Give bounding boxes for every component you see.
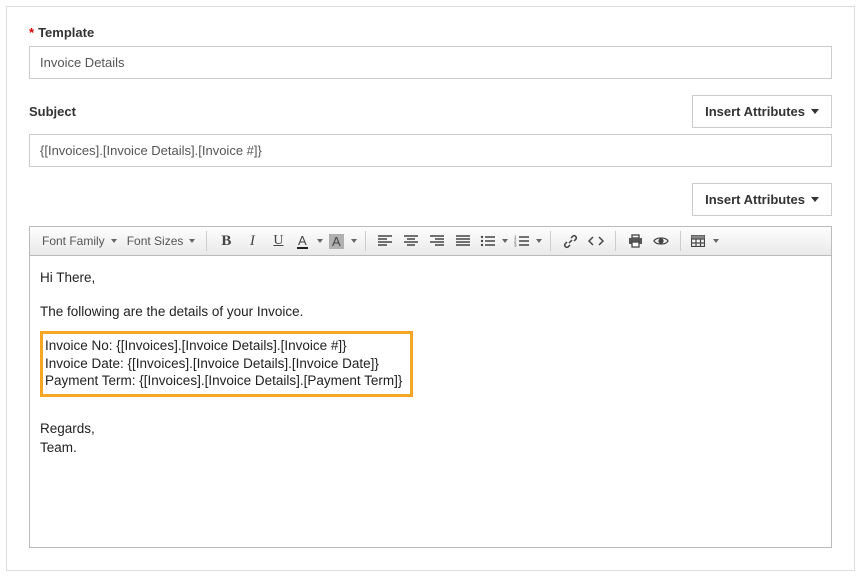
editor-regards: Regards, xyxy=(40,419,821,439)
caret-down-icon xyxy=(111,239,117,243)
caret-down-icon xyxy=(713,239,719,243)
insert-attributes-body-button[interactable]: Insert Attributes xyxy=(692,183,832,216)
caret-down-icon xyxy=(502,239,508,243)
editor-body[interactable]: Hi There, The following are the details … xyxy=(29,256,832,548)
template-label: Template xyxy=(38,25,94,40)
font-family-select[interactable]: Font Family xyxy=(37,230,122,252)
bold-button[interactable]: B xyxy=(213,229,239,253)
highlighted-merge-fields: Invoice No: {[Invoices].[Invoice Details… xyxy=(40,331,413,397)
preview-button[interactable] xyxy=(648,229,674,253)
subject-label: Subject xyxy=(29,104,76,119)
editor-intro: The following are the details of your In… xyxy=(40,302,821,322)
table-button[interactable] xyxy=(687,229,709,253)
merge-line-invoice-date: Invoice Date: {[Invoices].[Invoice Detai… xyxy=(45,355,402,373)
caret-down-icon xyxy=(189,239,195,243)
editor-signoff: Team. xyxy=(40,438,821,458)
toolbar-separator xyxy=(615,231,616,251)
subject-input[interactable] xyxy=(29,134,832,167)
caret-down-icon xyxy=(536,239,542,243)
font-size-select[interactable]: Font Sizes xyxy=(122,230,201,252)
table-dropdown[interactable] xyxy=(709,239,721,243)
merge-line-invoice-no: Invoice No: {[Invoices].[Invoice Details… xyxy=(45,337,402,355)
numbered-list-button[interactable]: 123 xyxy=(510,229,532,253)
template-field-block: * Template xyxy=(29,25,832,79)
link-button[interactable] xyxy=(557,229,583,253)
bullet-list-button[interactable] xyxy=(476,229,498,253)
caret-down-icon xyxy=(351,239,357,243)
toolbar-separator xyxy=(365,231,366,251)
svg-text:3: 3 xyxy=(514,243,517,248)
underline-button[interactable]: U xyxy=(265,229,291,253)
insert-attributes-body-label: Insert Attributes xyxy=(705,192,805,207)
editor-toolbar: Font Family Font Sizes B I U A A xyxy=(29,226,832,256)
text-color-letter: A xyxy=(297,234,308,249)
bg-color-button[interactable]: A xyxy=(325,229,347,253)
align-justify-button[interactable] xyxy=(450,229,476,253)
email-template-panel: * Template Subject Insert Attributes Inse… xyxy=(6,6,855,571)
print-button[interactable] xyxy=(622,229,648,253)
editor-greeting: Hi There, xyxy=(40,268,821,288)
font-family-label: Font Family xyxy=(42,234,105,248)
toolbar-separator xyxy=(550,231,551,251)
toolbar-separator xyxy=(680,231,681,251)
subject-field-block: Subject Insert Attributes xyxy=(29,95,832,167)
align-right-button[interactable] xyxy=(424,229,450,253)
align-center-button[interactable] xyxy=(398,229,424,253)
insert-attributes-subject-button[interactable]: Insert Attributes xyxy=(692,95,832,128)
code-button[interactable] xyxy=(583,229,609,253)
font-size-label: Font Sizes xyxy=(127,234,184,248)
bg-color-dropdown[interactable] xyxy=(347,239,359,243)
toolbar-separator xyxy=(206,231,207,251)
align-left-button[interactable] xyxy=(372,229,398,253)
caret-down-icon xyxy=(811,109,819,114)
insert-attributes-subject-label: Insert Attributes xyxy=(705,104,805,119)
italic-button[interactable]: I xyxy=(239,229,265,253)
merge-line-payment-term: Payment Term: {[Invoices].[Invoice Detai… xyxy=(45,372,402,390)
numbered-list-dropdown[interactable] xyxy=(532,239,544,243)
text-color-button[interactable]: A xyxy=(291,229,313,253)
caret-down-icon xyxy=(317,239,323,243)
bullet-list-dropdown[interactable] xyxy=(498,239,510,243)
caret-down-icon xyxy=(811,197,819,202)
text-color-dropdown[interactable] xyxy=(313,239,325,243)
required-star: * xyxy=(29,25,34,40)
template-label-row: * Template xyxy=(29,25,832,40)
template-name-input[interactable] xyxy=(29,46,832,79)
bg-color-letter: A xyxy=(329,234,344,249)
